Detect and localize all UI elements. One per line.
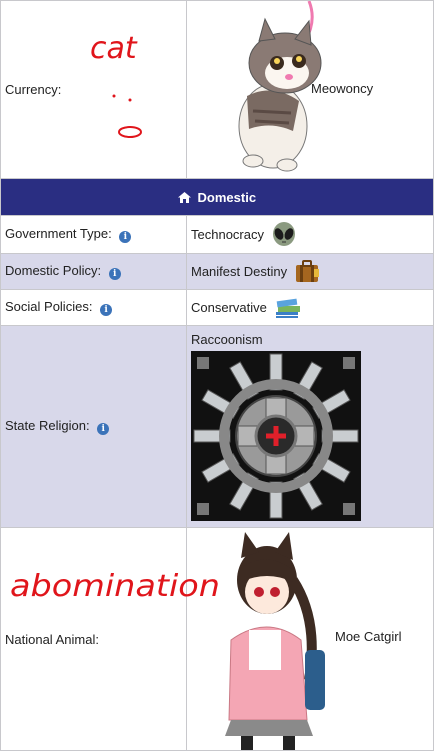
animal-label: National Animal:: [5, 631, 99, 647]
domestic-policy-label-cell: Domestic Policy: i: [0, 253, 187, 290]
religion-label: State Religion:: [5, 418, 90, 433]
info-icon[interactable]: i: [119, 231, 132, 243]
books-icon: [275, 298, 300, 318]
social-value: Conservative: [191, 300, 267, 315]
infobox-table: Currency: Meowoncy Domestic Government T…: [0, 0, 434, 751]
animal-value-cell: Moe Catgirl: [186, 527, 434, 751]
social-label-cell: Social Policies: i: [0, 289, 187, 326]
info-icon[interactable]: i: [97, 423, 110, 435]
alien-icon: [272, 221, 295, 246]
home-icon: [177, 191, 191, 203]
info-icon[interactable]: i: [100, 304, 113, 316]
currency-value-cell: Meowoncy: [186, 0, 434, 179]
suitcase-icon: [295, 259, 319, 282]
religion-emblem-image: [191, 351, 361, 521]
currency-label-cell: Currency:: [0, 0, 187, 179]
domestic-policy-label: Domestic Policy:: [5, 263, 102, 278]
domestic-policy-value: Manifest Destiny: [191, 264, 288, 279]
info-icon[interactable]: i: [108, 268, 121, 280]
currency-value: Meowoncy: [311, 81, 374, 96]
religion-label-cell: State Religion: i: [0, 325, 187, 528]
government-label: Government Type:: [5, 226, 112, 241]
religion-value: Raccoonism: [191, 332, 263, 347]
animal-value: Moe Catgirl: [335, 629, 402, 644]
currency-label: Currency:: [5, 82, 62, 97]
government-value-cell: Technocracy: [186, 215, 434, 254]
government-label-cell: Government Type: i: [0, 215, 187, 254]
government-value: Technocracy: [191, 227, 264, 242]
domestic-policy-value-cell: Manifest Destiny: [186, 253, 434, 290]
religion-value-cell: Raccoonism: [186, 325, 434, 528]
domestic-section-header: Domestic: [0, 178, 434, 216]
social-label: Social Policies:: [5, 299, 93, 314]
animal-label-cell: National Animal:: [0, 527, 187, 751]
catgirl-image: [225, 532, 325, 750]
domestic-header-text: Domestic: [197, 189, 257, 205]
social-value-cell: Conservative: [186, 289, 434, 326]
